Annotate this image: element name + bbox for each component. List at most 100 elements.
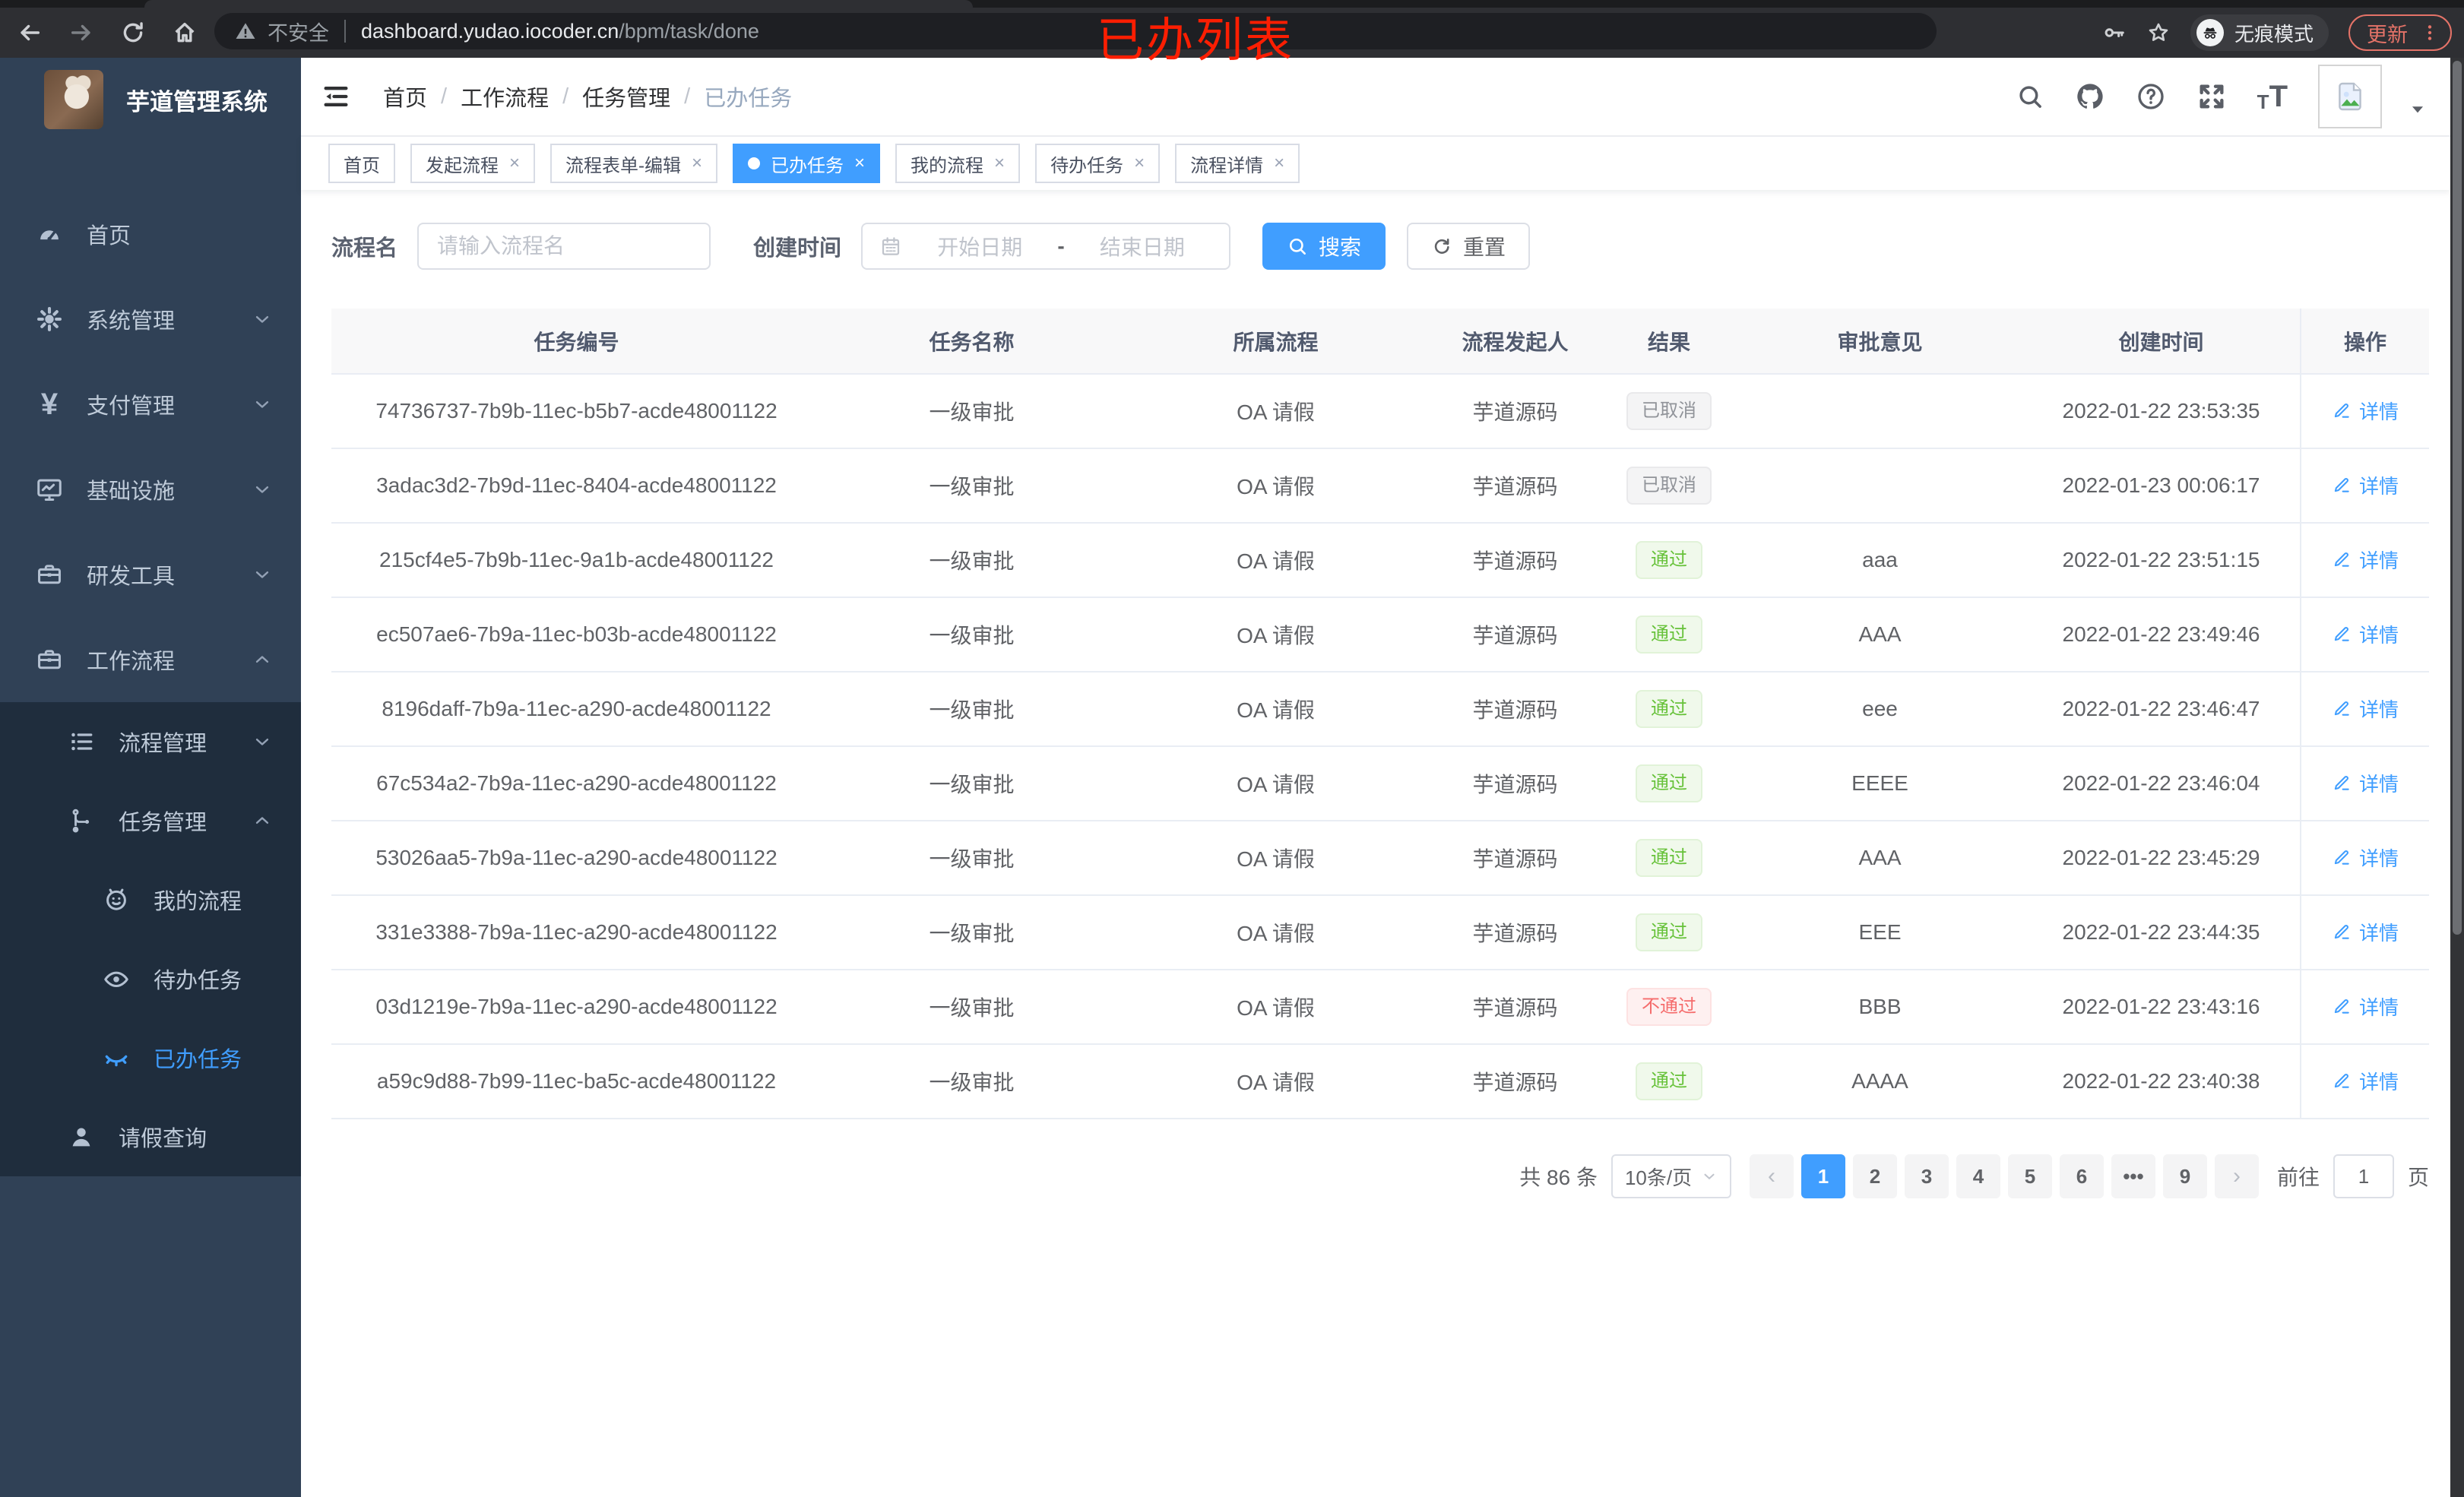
update-button[interactable]: 更新 [2348,14,2452,51]
date-range-input[interactable]: 开始日期 - 结束日期 [861,223,1231,270]
page-button-6[interactable]: 6 [2059,1154,2104,1198]
detail-link[interactable]: 详情 [2332,471,2399,499]
key-icon[interactable] [2102,21,2127,45]
breadcrumb-item[interactable]: 任务管理 [582,81,670,112]
table-row: 8196daff-7b9a-11ec-a290-acde48001122 一级审批… [331,672,2429,747]
close-icon[interactable]: × [692,154,702,172]
page-button-9[interactable]: 9 [2162,1154,2207,1198]
tab-label: 发起流程 [426,155,499,176]
table-row: 53026aa5-7b9a-11ec-a290-acde48001122 一级审批… [331,821,2429,896]
next-page-button[interactable]: › [2214,1154,2259,1198]
sidebar-item-请假查询[interactable]: 请假查询 [0,1097,301,1176]
detail-link[interactable]: 详情 [2332,546,2399,574]
page-button-5[interactable]: 5 [2007,1154,2052,1198]
address-bar[interactable]: 不安全 dashboard.yudao.iocoder.cn/bpm/task/… [214,13,1937,49]
detail-link[interactable]: 详情 [2332,1067,2399,1095]
task-name-cell: 一级审批 [822,672,1122,747]
detail-link[interactable]: 详情 [2332,769,2399,797]
tab-我的流程[interactable]: 我的流程 × [895,144,1021,183]
detail-link[interactable]: 详情 [2332,620,2399,648]
page-button-3[interactable]: 3 [1904,1154,1949,1198]
result-cell: 通过 [1601,597,1737,673]
tab-已办任务[interactable]: 已办任务 × [733,144,881,183]
browser-scrollbar[interactable] [2450,58,2464,1497]
reset-button[interactable]: 重置 [1407,223,1531,270]
browser-back-icon[interactable] [17,20,43,46]
page-button-4[interactable]: 4 [1956,1154,2000,1198]
tab-流程表单-编辑[interactable]: 流程表单-编辑 × [550,144,718,183]
text-size-icon[interactable]: TT [2257,81,2288,112]
close-icon[interactable]: × [854,154,865,172]
detail-link[interactable]: 详情 [2332,843,2399,872]
close-icon[interactable]: × [994,154,1005,172]
breadcrumb-item[interactable]: 首页 [383,81,427,112]
sidebar-item-流程管理[interactable]: 流程管理 [0,702,301,781]
bookmark-star-icon[interactable] [2146,21,2171,45]
search-button[interactable]: 搜索 [1262,223,1386,270]
chevron-down-icon [251,478,274,501]
tab-首页[interactable]: 首页 [328,144,395,183]
starter-cell: 芋道源码 [1430,672,1601,747]
pagination: 共 86 条 10条/页 ‹123456•••9› 前往 页 [331,1154,2429,1198]
detail-link[interactable]: 详情 [2332,918,2399,946]
sidebar-item-首页[interactable]: 首页 [0,191,301,277]
close-icon[interactable]: × [1274,154,1284,172]
sidebar-item-待办任务[interactable]: 待办任务 [0,939,301,1018]
page-button-1[interactable]: 1 [1800,1154,1845,1198]
breadcrumb-item[interactable]: 工作流程 [461,81,549,112]
created-time-cell: 2022-01-22 23:51:15 [2022,523,2301,598]
browser-home-icon[interactable] [172,20,198,46]
page-button-2[interactable]: 2 [1852,1154,1897,1198]
goto-page-input[interactable] [2333,1154,2394,1198]
browser-reload-icon[interactable] [120,20,146,46]
prev-page-button[interactable]: ‹ [1749,1154,1794,1198]
sidebar-item-工作流程[interactable]: 工作流程 [0,617,301,702]
pencil-icon [2332,475,2352,495]
sidebar-item-研发工具[interactable]: 研发工具 [0,532,301,617]
help-icon[interactable] [2136,81,2166,112]
sidebar-item-基础设施[interactable]: 基础设施 [0,447,301,532]
column-header-所属流程: 所属流程 [1122,309,1430,375]
list-icon [62,728,100,755]
process-cell: OA 请假 [1122,1044,1430,1119]
browser-forward-icon[interactable] [68,20,94,46]
table-row: 03d1219e-7b9a-11ec-a290-acde48001122 一级审批… [331,970,2429,1045]
github-icon[interactable] [2075,81,2105,112]
sidebar-item-系统管理[interactable]: 系统管理 [0,277,301,362]
column-header-流程发起人: 流程发起人 [1430,309,1601,375]
tab-流程详情[interactable]: 流程详情 × [1175,144,1300,183]
task-id-cell: 8196daff-7b9a-11ec-a290-acde48001122 [331,672,822,747]
sidebar-item-已办任务[interactable]: 已办任务 [0,1018,301,1097]
avatar[interactable] [2318,65,2382,128]
starter-cell: 芋道源码 [1430,970,1601,1045]
result-cell: 通过 [1601,672,1737,747]
detail-link[interactable]: 详情 [2332,397,2399,425]
comment-cell: EEEE [1737,746,2022,821]
fullscreen-icon[interactable] [2196,81,2227,112]
created-time-cell: 2022-01-23 00:06:17 [2022,448,2301,524]
table-row: a59c9d88-7b99-11ec-ba5c-acde48001122 一级审批… [331,1044,2429,1119]
page-button-•••[interactable]: ••• [2111,1154,2155,1198]
table-row: ec507ae6-7b9a-11ec-b03b-acde48001122 一级审批… [331,597,2429,673]
tab-待办任务[interactable]: 待办任务 × [1035,144,1161,183]
tab-发起流程[interactable]: 发起流程 × [410,144,536,183]
comment-cell: AAAA [1737,1044,2022,1119]
process-name-input[interactable] [417,223,711,270]
tags-view-bar: 首页 发起流程 × 流程表单-编辑 × 已办任务 × 我的流程 × 待办任务 × 流程详情 × [301,137,2450,190]
browser-menu-icon[interactable] [2420,23,2440,43]
detail-link[interactable]: 详情 [2332,992,2399,1021]
close-icon[interactable]: × [509,154,520,172]
close-icon[interactable]: × [1134,154,1145,172]
avatar-caret-icon[interactable] [2408,100,2428,119]
app-logo[interactable]: 芋道管理系统 [0,58,301,141]
sidebar-collapse-icon[interactable] [321,81,351,112]
sidebar-item-支付管理[interactable]: ¥ 支付管理 [0,362,301,447]
detail-link[interactable]: 详情 [2332,695,2399,723]
column-header-结果: 结果 [1601,309,1737,375]
page-size-select[interactable]: 10条/页 [1610,1154,1731,1198]
search-icon[interactable] [2016,82,2044,111]
tab-label: 流程详情 [1190,155,1264,176]
sidebar-item-我的流程[interactable]: 我的流程 [0,860,301,939]
scrollbar-thumb[interactable] [2453,61,2462,935]
sidebar-item-任务管理[interactable]: 任务管理 [0,781,301,860]
